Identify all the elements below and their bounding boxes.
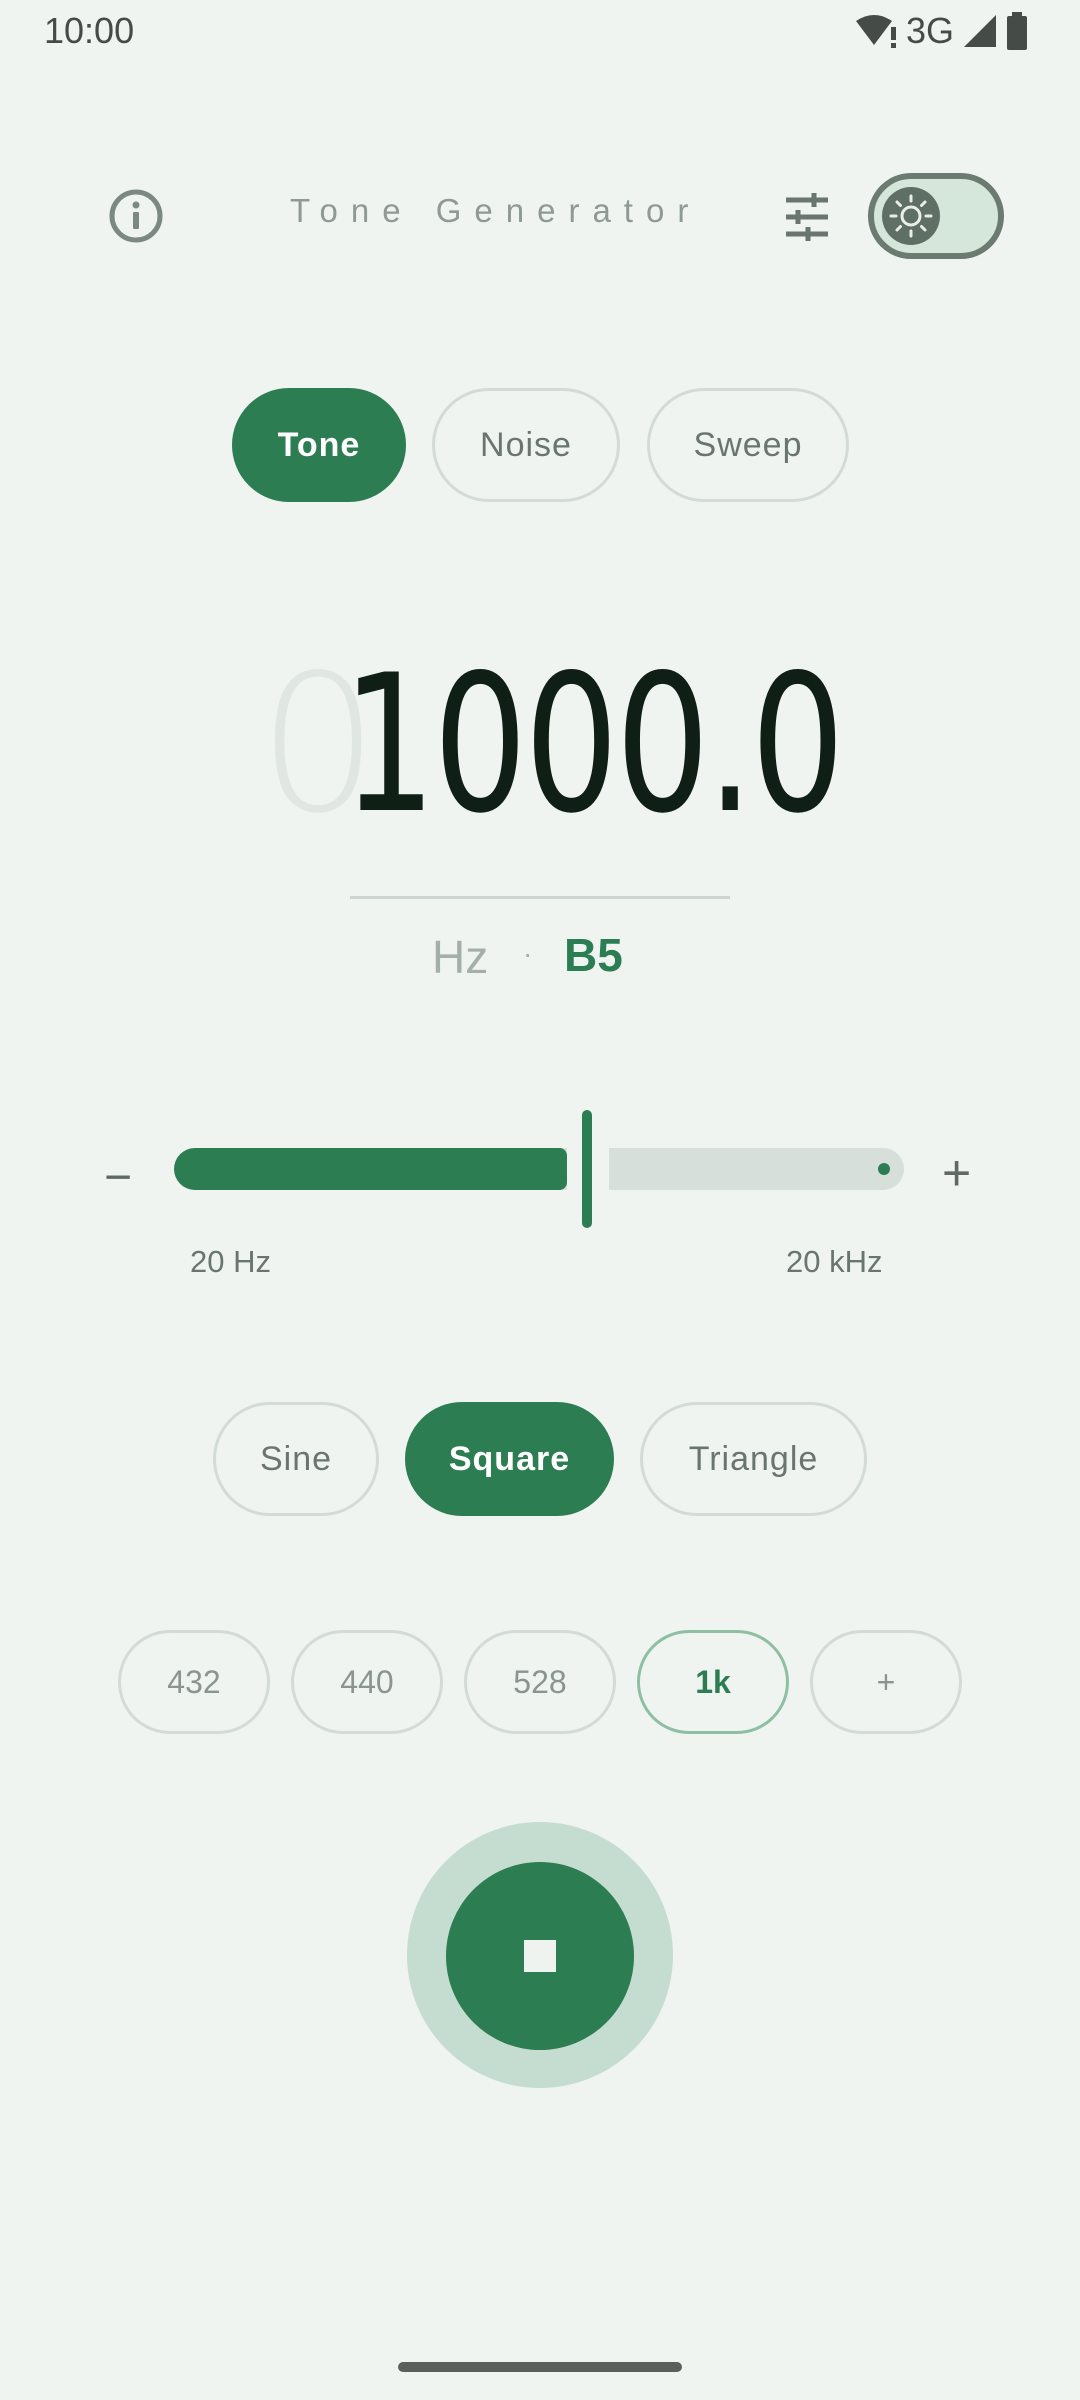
- waveform-square-button[interactable]: Square: [405, 1402, 614, 1516]
- range-min-label: 20 Hz: [190, 1244, 271, 1279]
- preset-528-chip[interactable]: 528: [464, 1630, 616, 1734]
- stop-icon: [524, 1940, 556, 1972]
- wifi-alert-icon: [855, 15, 896, 48]
- theme-toggle[interactable]: [868, 173, 1004, 259]
- tune-sliders-icon: [786, 193, 828, 241]
- sun-icon: [889, 194, 933, 238]
- info-button[interactable]: [104, 184, 168, 248]
- mode-noise-button[interactable]: Noise: [432, 388, 620, 502]
- status-time: 10:00: [44, 10, 135, 51]
- mode-sweep-button[interactable]: Sweep: [647, 388, 849, 502]
- musical-note: B5: [564, 929, 623, 981]
- settings-button[interactable]: [780, 190, 834, 244]
- decrease-frequency-button[interactable]: −: [104, 1150, 132, 1205]
- preset-432-chip[interactable]: 432: [118, 1630, 270, 1734]
- home-indicator[interactable]: [398, 2362, 682, 2372]
- frequency-unit: Hz: [432, 931, 489, 983]
- stop-button[interactable]: [446, 1862, 634, 2050]
- network-type: 3G: [905, 10, 954, 51]
- range-max-label: 20 kHz: [786, 1244, 883, 1279]
- mode-tone-button[interactable]: Tone: [232, 388, 406, 502]
- increase-frequency-button[interactable]: +: [942, 1144, 971, 1202]
- toggle-thumb: [882, 187, 940, 245]
- frequency-value[interactable]: 1000.0: [342, 650, 845, 840]
- unit-separator: ·: [523, 938, 533, 969]
- app-title: Tone Generator: [290, 192, 702, 229]
- battery-icon: [1007, 12, 1027, 50]
- signal-icon: [964, 15, 996, 47]
- waveform-sine-button[interactable]: Sine: [213, 1402, 379, 1516]
- preset-440-chip[interactable]: 440: [291, 1630, 443, 1734]
- preset-1k-chip[interactable]: 1k: [637, 1630, 789, 1734]
- status-icons: 3G: [854, 10, 1028, 52]
- frequency-slider-fill: [174, 1148, 567, 1190]
- waveform-triangle-button[interactable]: Triangle: [640, 1402, 867, 1516]
- slider-end-dot: [878, 1163, 890, 1175]
- frequency-underline: [350, 896, 730, 899]
- frequency-slider-handle[interactable]: [582, 1110, 592, 1228]
- add-preset-button[interactable]: +: [810, 1630, 962, 1734]
- info-icon: [109, 189, 163, 243]
